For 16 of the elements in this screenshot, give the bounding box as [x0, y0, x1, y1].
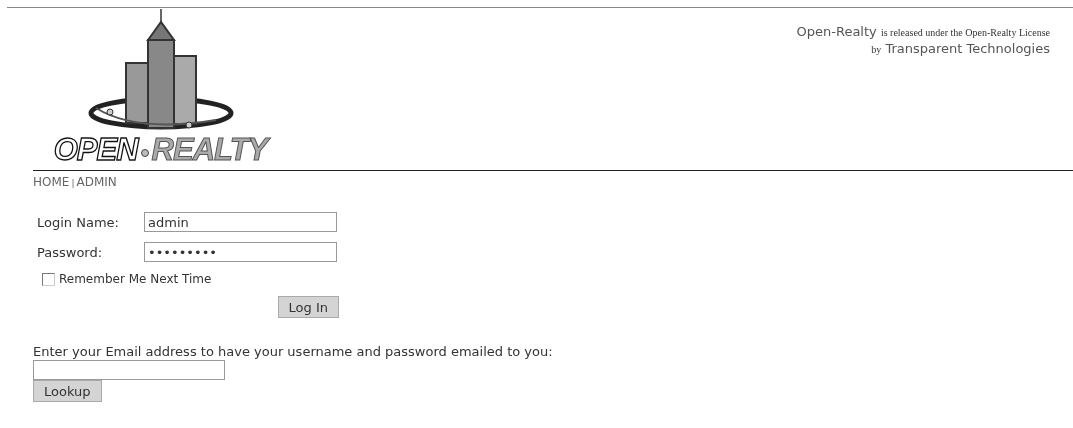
field-label: Login Name: [36, 214, 120, 230]
input-field[interactable]: ••••••••• [144, 242, 337, 262]
logo-text: OPEN [53, 134, 138, 165]
nav-link[interactable]: HOME [33, 175, 70, 189]
email-field[interactable] [33, 360, 225, 380]
nav-separator: | [71, 178, 75, 188]
field-label: Password: [36, 244, 104, 260]
checkbox[interactable] [42, 272, 55, 286]
license-notice: Open-Realty is released under the Open-Realty License by Transparent Technologies [796, 24, 1050, 58]
input-field[interactable]: admin [144, 212, 337, 232]
nav-link[interactable]: ADMIN [76, 175, 117, 189]
dot-icon [139, 147, 150, 158]
lookup-prompt: Enter your Email address to have your username and password emailed to you: [33, 344, 554, 359]
checkbox-label: Remember Me Next Time [59, 272, 212, 286]
lookup-button[interactable]: Lookup [33, 380, 102, 402]
login-button[interactable]: Log In [277, 296, 339, 318]
